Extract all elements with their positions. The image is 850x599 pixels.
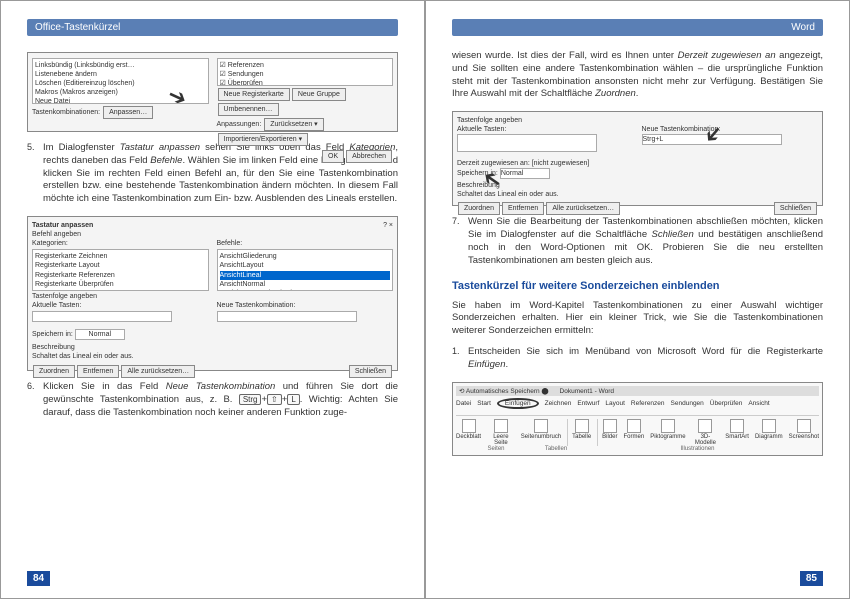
screenshot-word-ribbon: ⟲ Automatisches Speichern ⬤ Dokument1 - … bbox=[452, 382, 823, 456]
screenshot-assign-key: Tastenfolge angeben Aktuelle Tasten: Neu… bbox=[452, 111, 823, 206]
step-1: Entscheiden Sie sich im Menüband von Mic… bbox=[468, 346, 823, 372]
step-7: Wenn Sie die Bearbeitung der Tastenkombi… bbox=[468, 216, 823, 267]
page-left: Office-Tastenkürzel Linksbündig (Linksbü… bbox=[0, 0, 425, 599]
page-number-left: 84 bbox=[27, 571, 50, 586]
continuation-para: wiesen wurde. Ist dies der Fall, wird es… bbox=[452, 50, 823, 101]
screenshot-options-dialog: Linksbündig (Linksbündig erst…Listeneben… bbox=[27, 52, 398, 132]
header-left: Office-Tastenkürzel bbox=[27, 19, 398, 36]
customize-button[interactable]: Anpassen… bbox=[103, 106, 153, 119]
page-number-right: 85 bbox=[800, 571, 823, 586]
intro-para: Sie haben im Word-Kapitel Tastenkombinat… bbox=[452, 300, 823, 338]
section-heading: Tastenkürzel für weitere Sonderzeichen e… bbox=[452, 280, 823, 292]
page-right: Word wiesen wurde. Ist dies der Fall, wi… bbox=[425, 0, 850, 599]
header-right: Word bbox=[452, 19, 823, 36]
step-6: Klicken Sie in das Feld Neue Tastenkombi… bbox=[43, 381, 398, 419]
screenshot-keyboard-customize: Tastatur anpassen? × Befehl angeben Kate… bbox=[27, 216, 398, 371]
